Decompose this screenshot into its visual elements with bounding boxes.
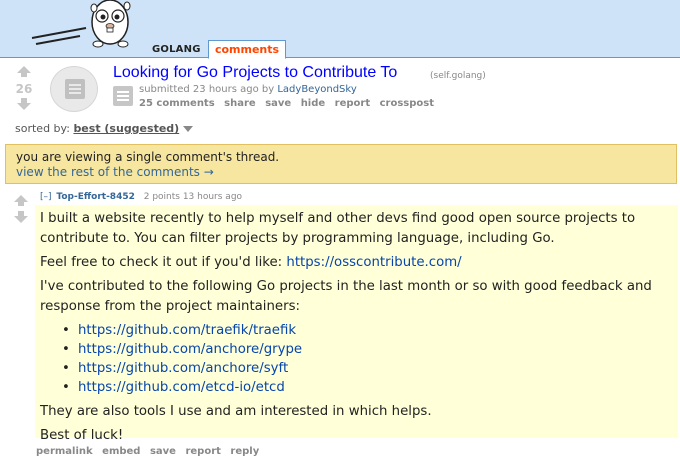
sort-label: sorted by:	[15, 122, 74, 135]
hide-link[interactable]: hide	[301, 98, 326, 109]
post-title-link[interactable]: Looking for Go Projects to Contribute To	[113, 64, 397, 82]
subreddit-header: GOLANG comments	[0, 0, 680, 59]
post-score: 26	[15, 82, 33, 96]
reply-link[interactable]: reply	[230, 446, 259, 457]
share-link[interactable]: share	[224, 98, 256, 109]
list-item: https://github.com/anchore/grype	[62, 340, 673, 359]
comment-sort: sorted by: best (suggested)	[15, 122, 194, 135]
osscontribute-link[interactable]: https://osscontribute.com/	[286, 255, 461, 270]
post-author-link[interactable]: LadyBeyondSky	[277, 84, 356, 95]
collapse-toggle[interactable]: [–]	[40, 192, 52, 202]
embed-link[interactable]: embed	[102, 446, 140, 457]
comment-paragraph: Best of luck!	[40, 428, 124, 443]
view-all-comments-link[interactable]: view the rest of the comments →	[16, 165, 666, 179]
comment-downvote-arrow-icon[interactable]	[14, 211, 28, 225]
gopher-mascot-logo[interactable]	[28, 0, 148, 58]
downvote-arrow-icon[interactable]	[17, 98, 31, 112]
chevron-down-icon[interactable]	[183, 126, 194, 132]
upvote-arrow-icon[interactable]	[17, 66, 31, 80]
sort-dropdown[interactable]: best (suggested)	[73, 122, 179, 135]
post-tagline-text: submitted 23 hours ago by	[139, 84, 278, 95]
comment-paragraph: Feel free to check it out if you'd like:…	[40, 253, 673, 273]
post-domain[interactable]: (self.golang)	[430, 71, 486, 81]
self-post-thumbnail-icon[interactable]	[50, 66, 98, 112]
comment-report-link[interactable]: report	[185, 446, 220, 457]
permalink-link[interactable]: permalink	[36, 446, 93, 457]
notice-text: you are viewing a single comment's threa…	[16, 150, 280, 164]
comment: [–] Top-Effort-8452 2 points 13 hours ag…	[0, 190, 680, 461]
comment-body: I built a website recently to help mysel…	[35, 205, 678, 443]
tab-comments[interactable]: comments	[208, 40, 286, 59]
comment-paragraph: I've contributed to the following Go pro…	[40, 279, 652, 314]
comment-text: Feel free to check it out if you'd like:	[40, 255, 287, 270]
save-link[interactable]: save	[265, 98, 291, 109]
grype-link[interactable]: https://github.com/anchore/grype	[78, 342, 302, 357]
list-item: https://github.com/traefik/traefik	[62, 321, 673, 340]
tab-subreddit-name[interactable]: GOLANG	[152, 44, 201, 55]
comment-author-link[interactable]: Top-Effort-8452	[56, 192, 134, 202]
list-item: https://github.com/etcd-io/etcd	[62, 378, 673, 397]
syft-link[interactable]: https://github.com/anchore/syft	[78, 361, 288, 376]
comment-actions: permalink embed save report reply	[36, 446, 265, 457]
comment-upvote-arrow-icon[interactable]	[14, 195, 28, 209]
expando-button-icon[interactable]	[113, 86, 133, 106]
comments-count-link[interactable]: 25 comments	[139, 98, 215, 109]
post-actions: 25 comments share save hide report cross…	[139, 98, 440, 109]
list-item: https://github.com/anchore/syft	[62, 359, 673, 378]
comment-save-link[interactable]: save	[150, 446, 176, 457]
single-thread-notice: you are viewing a single comment's threa…	[5, 144, 677, 184]
post-tagline: submitted 23 hours ago by LadyBeyondSky	[139, 84, 357, 95]
etcd-link[interactable]: https://github.com/etcd-io/etcd	[78, 380, 285, 395]
report-link[interactable]: report	[335, 98, 370, 109]
post-entry: 26 Looking for Go Projects to Contribute…	[0, 62, 680, 114]
comment-paragraph: They are also tools I use and am interes…	[40, 404, 432, 419]
crosspost-link[interactable]: crosspost	[380, 98, 434, 109]
traefik-link[interactable]: https://github.com/traefik/traefik	[78, 323, 296, 338]
project-link-list: https://github.com/traefik/traefik https…	[62, 321, 673, 397]
comment-paragraph: I built a website recently to help mysel…	[40, 211, 636, 246]
comment-meta: 2 points 13 hours ago	[143, 192, 243, 202]
comment-tagline: [–] Top-Effort-8452 2 points 13 hours ag…	[40, 192, 242, 202]
